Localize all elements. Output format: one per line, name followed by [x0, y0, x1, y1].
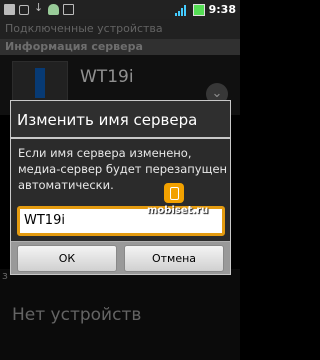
dialog-message: Если имя сервера изменено, медиа-сервер … — [18, 146, 228, 192]
dialog-button-bar: ОК Отмена — [11, 241, 230, 274]
ok-button[interactable]: ОК — [17, 245, 117, 272]
signal-icon — [174, 4, 189, 16]
status-bar: 9:38 — [0, 0, 240, 19]
rename-server-dialog: Изменить имя сервера Если имя сервера из… — [10, 100, 231, 275]
android-debug-icon — [48, 4, 59, 15]
notification-icons — [4, 1, 74, 15]
dialog-title: Изменить имя сервера — [11, 101, 230, 139]
watermark-text: mobiset.ru — [147, 205, 209, 216]
status-indicators: 9:38 — [174, 3, 236, 16]
watermark-logo-icon — [164, 183, 184, 203]
notification-icon — [4, 4, 15, 15]
battery-icon — [192, 3, 205, 16]
usb-icon — [19, 4, 29, 15]
clock: 9:38 — [208, 3, 236, 16]
cancel-button[interactable]: Отмена — [124, 245, 224, 272]
download-icon — [33, 1, 44, 15]
screen-icon — [63, 4, 74, 15]
